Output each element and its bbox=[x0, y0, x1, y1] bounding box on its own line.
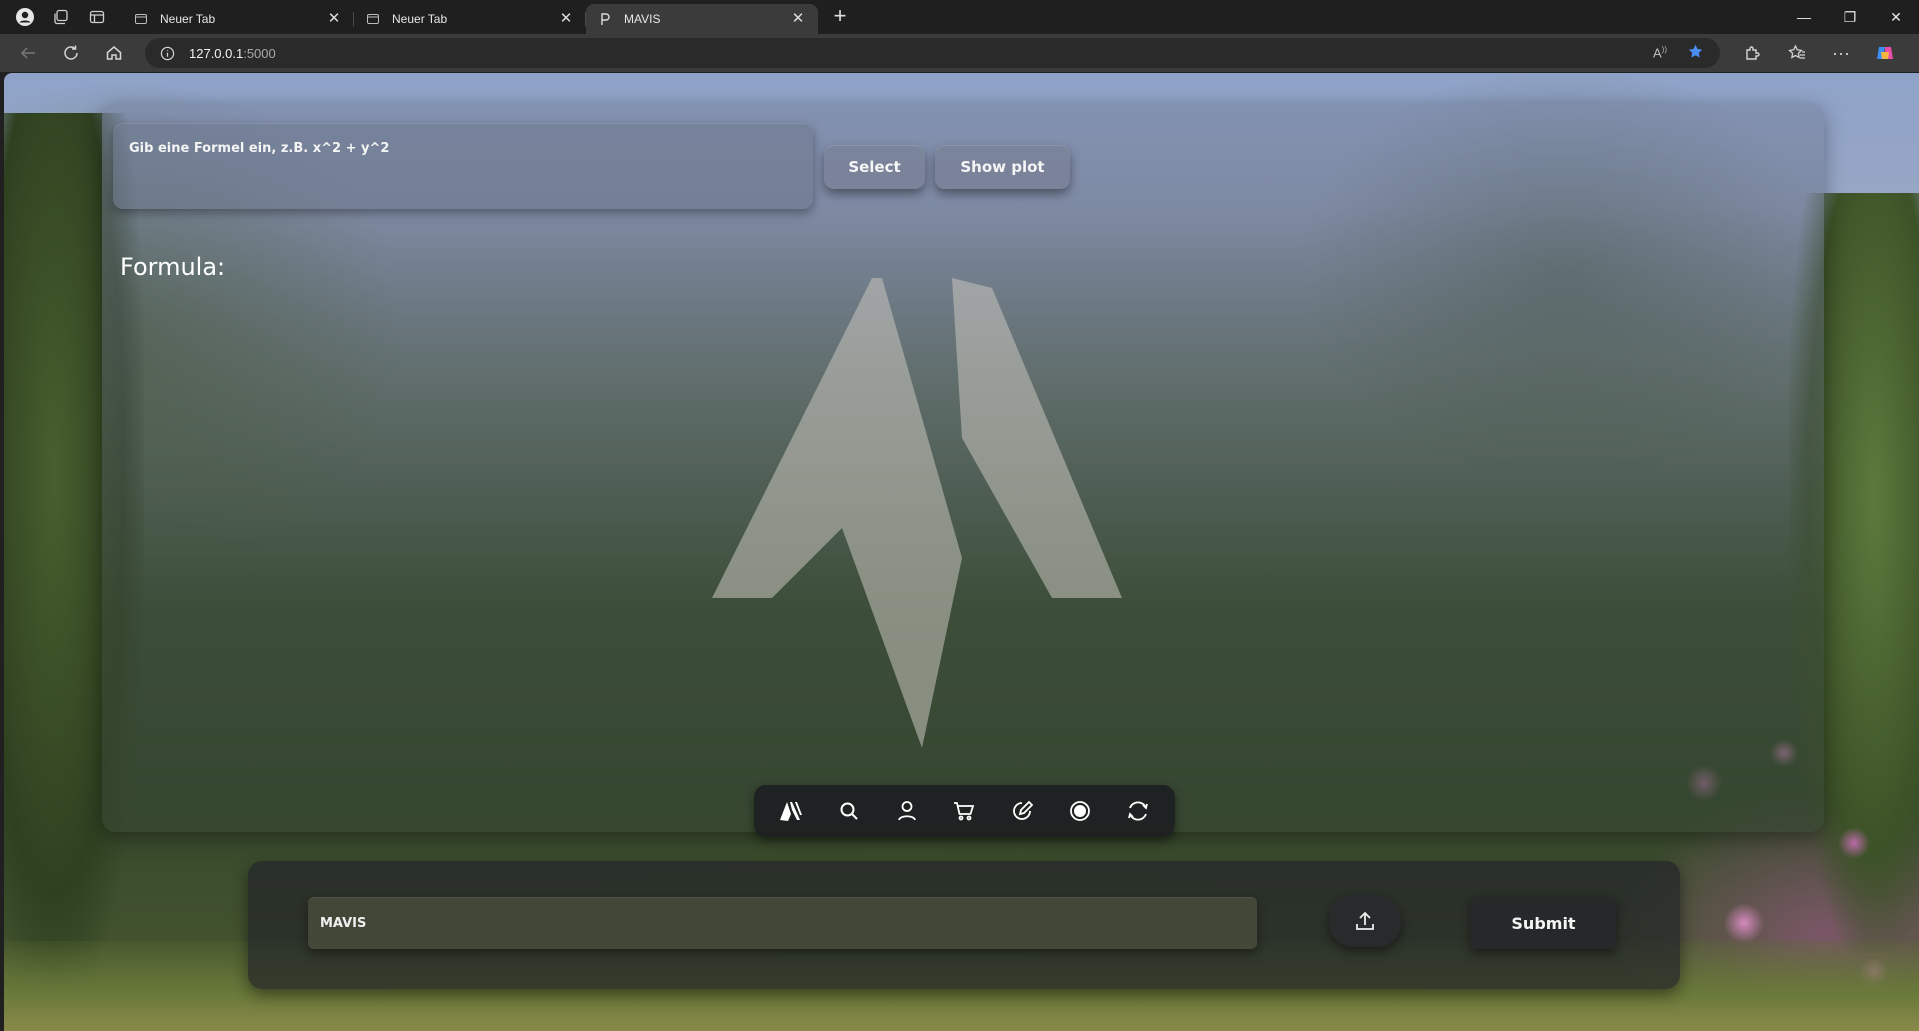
show-plot-button[interactable]: Show plot bbox=[935, 145, 1070, 189]
page-icon bbox=[134, 12, 148, 26]
minimize-icon[interactable]: — bbox=[1781, 0, 1827, 34]
main-glass-panel: Select Show plot Formula: bbox=[102, 103, 1824, 832]
site-info-icon[interactable] bbox=[159, 45, 175, 61]
mavis-logo-icon[interactable] bbox=[771, 791, 811, 831]
close-icon[interactable]: ✕ bbox=[558, 11, 574, 27]
home-icon[interactable] bbox=[99, 38, 129, 68]
toolbar-icons: ··· bbox=[1736, 38, 1902, 68]
tab-neuer-tab-1[interactable]: Neuer Tab ✕ bbox=[122, 4, 354, 34]
close-window-icon[interactable]: ✕ bbox=[1873, 0, 1919, 34]
favorites-icon[interactable] bbox=[1780, 38, 1814, 68]
extensions-icon[interactable] bbox=[1736, 38, 1770, 68]
address-bar: 127.0.0.1:5000 A)) ··· bbox=[0, 34, 1919, 72]
tab-title: Neuer Tab bbox=[392, 12, 448, 26]
read-aloud-icon[interactable]: A)) bbox=[1653, 45, 1667, 60]
tab-neuer-tab-2[interactable]: Neuer Tab ✕ bbox=[353, 4, 586, 34]
navigation-dock bbox=[754, 785, 1175, 837]
close-icon[interactable]: ✕ bbox=[790, 11, 806, 27]
tab-actions-icon[interactable] bbox=[86, 6, 108, 28]
new-tab-button[interactable]: + bbox=[826, 3, 854, 31]
search-icon[interactable] bbox=[829, 791, 869, 831]
tab-title: Neuer Tab bbox=[160, 12, 216, 26]
submit-button[interactable]: Submit bbox=[1471, 897, 1616, 949]
reload-icon[interactable] bbox=[56, 38, 86, 68]
url-host: 127.0.0.1 bbox=[189, 45, 244, 61]
record-icon[interactable] bbox=[1060, 791, 1100, 831]
close-icon[interactable]: ✕ bbox=[326, 11, 342, 27]
user-icon[interactable] bbox=[887, 791, 927, 831]
more-options-icon[interactable]: ··· bbox=[1824, 38, 1858, 68]
formula-label: Formula: bbox=[120, 253, 226, 281]
formula-input[interactable] bbox=[113, 123, 813, 209]
chat-input[interactable] bbox=[308, 897, 1257, 949]
back-arrow-icon[interactable] bbox=[13, 38, 43, 68]
copilot-icon[interactable] bbox=[1868, 38, 1902, 68]
mavis-favicon-icon bbox=[598, 12, 612, 26]
cart-icon[interactable] bbox=[944, 791, 984, 831]
url-port: :5000 bbox=[243, 45, 276, 61]
mavis-logo-watermark bbox=[712, 278, 1122, 748]
profile-icon[interactable] bbox=[14, 6, 36, 28]
restore-icon[interactable]: ❐ bbox=[1827, 0, 1873, 34]
window-controls: — ❐ ✕ bbox=[1781, 0, 1919, 34]
tab-title: MAVIS bbox=[624, 12, 661, 26]
page-viewport: Select Show plot Formula: Submit bbox=[4, 73, 1919, 1031]
workspaces-icon[interactable] bbox=[50, 6, 72, 28]
upload-icon bbox=[1356, 911, 1374, 930]
sync-icon[interactable] bbox=[1118, 791, 1158, 831]
url-field[interactable]: 127.0.0.1:5000 A)) bbox=[145, 38, 1720, 68]
tab-mavis[interactable]: MAVIS ✕ bbox=[585, 4, 818, 34]
favorite-star-icon[interactable] bbox=[1687, 43, 1704, 63]
upload-button[interactable] bbox=[1329, 895, 1401, 947]
browser-tab-bar: Neuer Tab ✕ Neuer Tab ✕ MAVIS ✕ + — ❐ ✕ bbox=[0, 0, 1919, 34]
bottom-input-bar: Submit bbox=[248, 861, 1680, 989]
select-button[interactable]: Select bbox=[824, 145, 925, 189]
url-actions: A)) bbox=[1653, 43, 1720, 63]
edit-icon[interactable] bbox=[1002, 791, 1042, 831]
page-icon bbox=[366, 12, 380, 26]
